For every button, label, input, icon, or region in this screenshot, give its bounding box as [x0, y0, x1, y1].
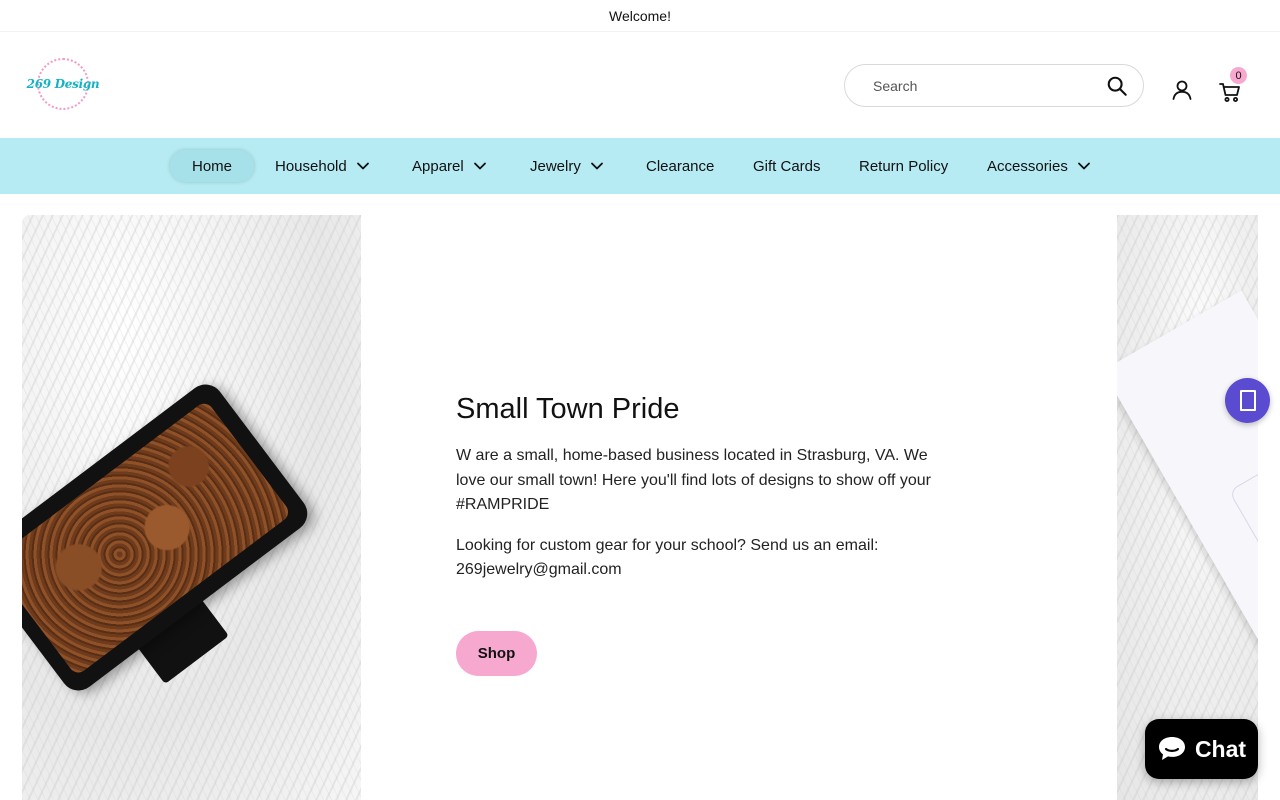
accessibility-widget-icon: [1239, 390, 1256, 411]
search-icon[interactable]: [1105, 74, 1129, 98]
nav-item-label: Jewelry: [530, 157, 581, 175]
hero-image-hair-clip: [22, 215, 361, 800]
hero-image-next-slide: [1117, 215, 1258, 800]
nav-item-clearance[interactable]: Clearance: [646, 150, 714, 182]
chat-label: Chat: [1194, 735, 1247, 762]
chevron-down-icon: [590, 162, 603, 170]
account-icon[interactable]: [1170, 78, 1194, 102]
main-nav: Home Household Apparel Jewelry Clearance…: [0, 138, 1280, 194]
hero-title: Small Town Pride: [456, 393, 680, 425]
nav-item-apparel[interactable]: Apparel: [412, 150, 487, 182]
hero-contact-text: Looking for custom gear for your school?…: [456, 536, 879, 579]
shop-button[interactable]: Shop: [456, 631, 537, 676]
chat-button[interactable]: Chat: [1145, 719, 1258, 779]
logo[interactable]: 269 Design: [27, 58, 100, 110]
nav-item-label: Accessories: [987, 157, 1068, 175]
logo-text: 269 Design: [26, 77, 100, 91]
search-input[interactable]: [871, 76, 1105, 95]
nav-item-label: Gift Cards: [753, 157, 821, 175]
announcement-bar: Welcome!: [0, 0, 1280, 32]
chevron-down-icon: [473, 162, 486, 170]
site-header: 269 Design 0: [0, 32, 1280, 138]
chevron-down-icon: [356, 162, 369, 170]
nav-item-return-policy[interactable]: Return Policy: [859, 150, 948, 182]
nav-item-label: Clearance: [646, 157, 715, 175]
chevron-down-icon: [1077, 162, 1090, 170]
nav-item-label: Household: [275, 157, 347, 175]
nav-item-household[interactable]: Household: [275, 150, 370, 182]
chat-bubble-icon: [1158, 737, 1185, 760]
nav-item-label: Return Policy: [859, 157, 949, 175]
hero-description: W are a small, home-based business locat…: [456, 447, 931, 513]
nav-item-label: Home: [192, 157, 233, 175]
announcement-text: Welcome!: [609, 7, 671, 24]
cart-button[interactable]: 0: [1218, 67, 1248, 107]
search-bar: [844, 64, 1144, 107]
nav-item-accessories[interactable]: Accessories: [987, 150, 1091, 182]
nav-item-home[interactable]: Home: [170, 150, 255, 182]
hero-banner: Small Town Pride W are a small, home-bas…: [22, 215, 1258, 800]
nav-item-jewelry[interactable]: Jewelry: [530, 150, 604, 182]
nav-item-label: Apparel: [412, 157, 464, 175]
accessibility-widget-button[interactable]: [1225, 378, 1270, 423]
nav-item-gift-cards[interactable]: Gift Cards: [753, 150, 821, 182]
hero-text-block: Small Town Pride W are a small, home-bas…: [456, 393, 956, 599]
cart-count-badge: 0: [1230, 67, 1247, 84]
